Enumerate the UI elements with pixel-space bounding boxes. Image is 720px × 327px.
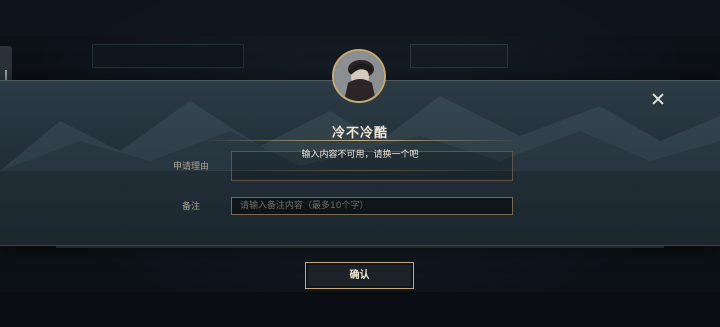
background-divider	[56, 246, 664, 248]
remark-input[interactable]	[231, 197, 513, 215]
player-avatar	[332, 49, 386, 103]
confirm-button[interactable]: 确认	[305, 262, 414, 289]
dialog-title: 冷不冷酷	[331, 126, 388, 141]
background-button	[410, 44, 508, 68]
close-icon[interactable]	[649, 90, 667, 108]
background-topbar	[0, 0, 720, 36]
background-bottom-bar	[0, 292, 720, 327]
reason-label: 申请理由	[173, 162, 210, 172]
remark-label: 备注	[182, 202, 201, 212]
reason-error-message: 输入内容不可用，请换一个吧	[301, 150, 419, 160]
background-search	[92, 44, 244, 68]
